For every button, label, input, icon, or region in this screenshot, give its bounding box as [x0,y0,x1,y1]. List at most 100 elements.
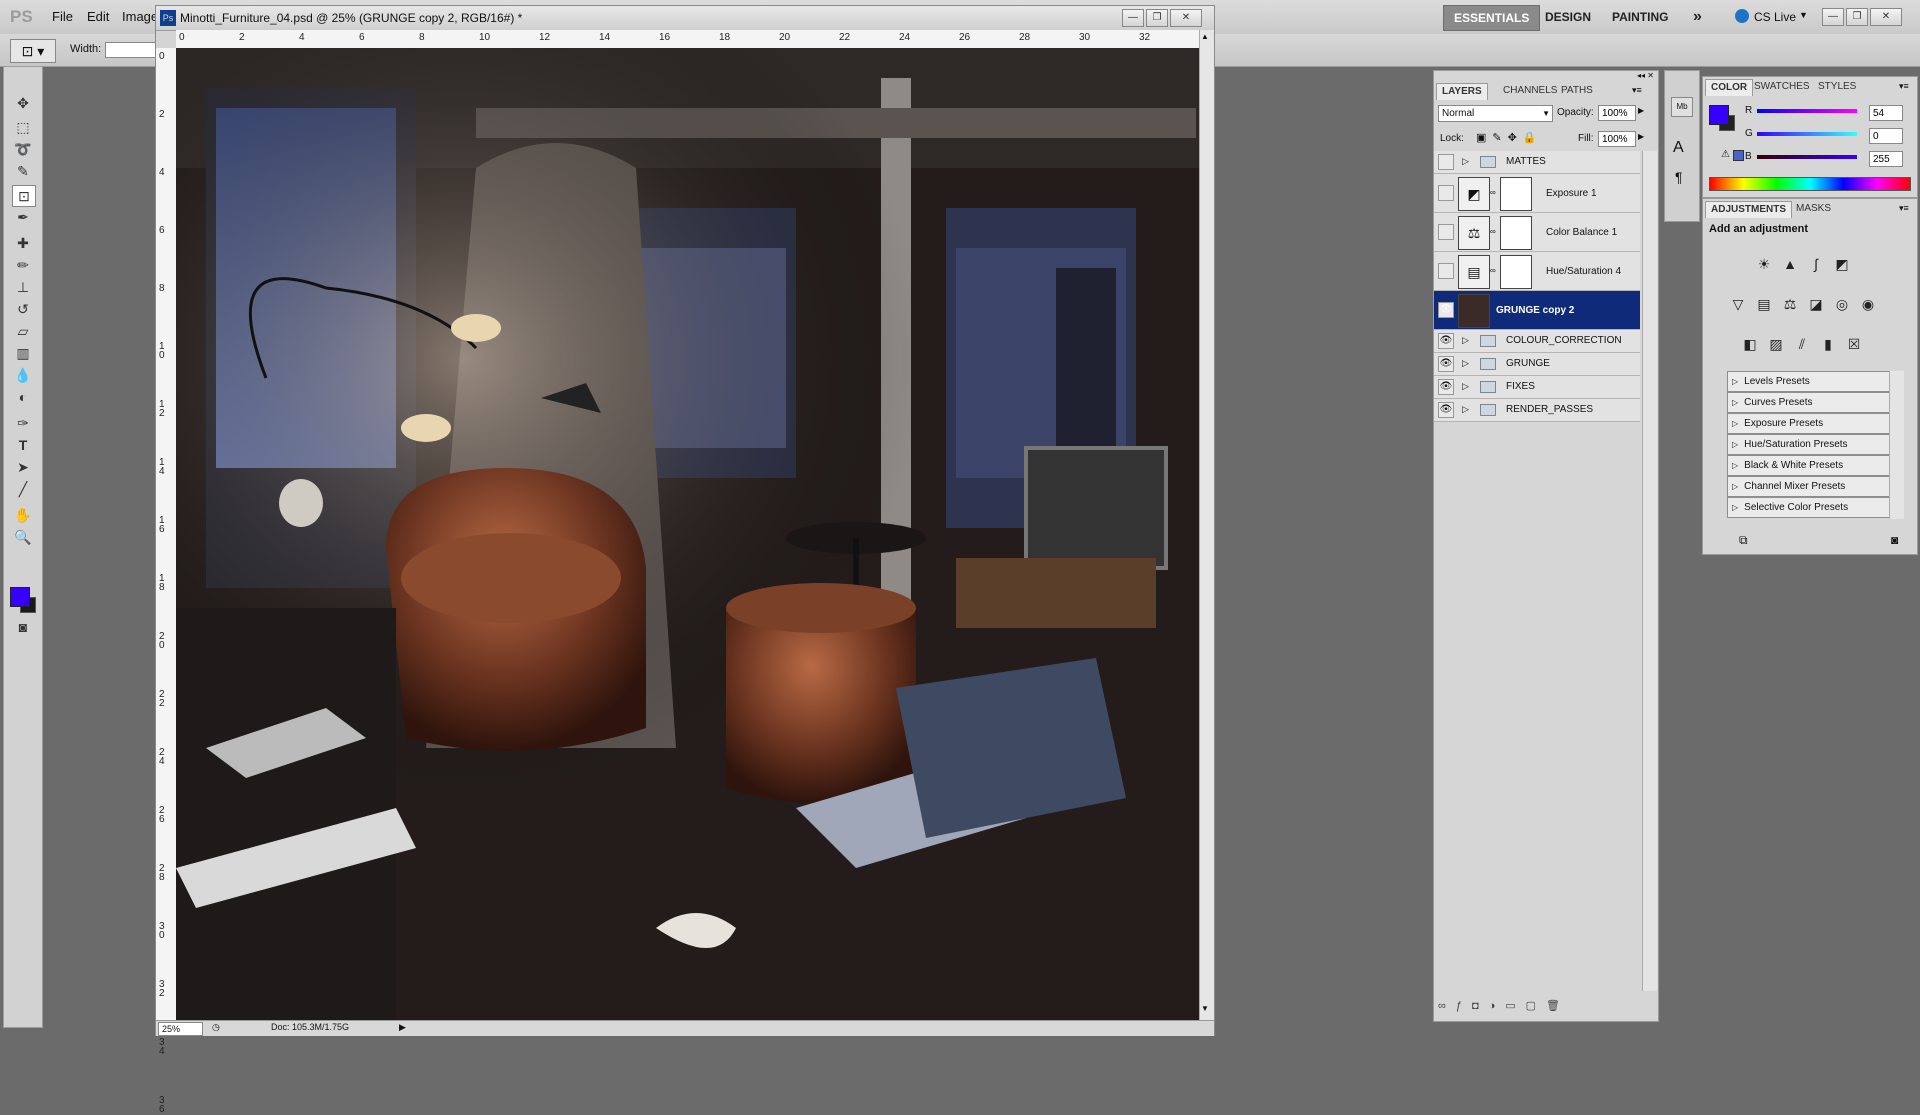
menu-image[interactable]: Image [122,9,158,24]
eye-icon[interactable]: 👁 [1438,356,1454,372]
curves-icon[interactable]: ∫ [1805,253,1827,275]
threshold-icon[interactable]: ⫽ [1791,333,1813,355]
levels-icon[interactable]: ▲ [1779,253,1801,275]
eraser-tool-icon[interactable]: ▱ [12,321,34,341]
panel-collapse-icon[interactable]: ◂◂ ✕ [1436,71,1654,81]
crop-tool-preset-button[interactable]: ⊡ ▾ [10,39,56,63]
gradient-tool-icon[interactable]: ▥ [12,343,34,363]
exposure-icon[interactable]: ◩ [1831,253,1853,275]
menu-edit[interactable]: Edit [87,9,109,24]
eyedropper-tool-icon[interactable]: ✒ [12,207,34,227]
layer-row[interactable]: ▷ MATTES [1434,151,1640,174]
blur-tool-icon[interactable]: 💧 [12,365,34,385]
preset-item[interactable]: ▷ Channel Mixer Presets [1727,476,1899,497]
pen-tool-icon[interactable]: ✑ [12,413,34,433]
expand-arrow-icon[interactable]: ▷ [1462,358,1469,369]
layer-mask-thumbnail[interactable] [1500,216,1532,250]
tab-swatches[interactable]: SWATCHES [1749,79,1815,95]
posterize-icon[interactable]: ▨ [1765,333,1787,355]
hand-tool-icon[interactable]: ✋ [12,505,34,525]
gamut-warning-icon[interactable]: ⚠ [1721,149,1730,160]
layer-row-selected[interactable]: 👁 GRUNGE copy 2 [1434,291,1640,330]
expand-arrow-icon[interactable]: ▷ [1462,156,1469,167]
quick-mask-icon[interactable]: ◙ [12,617,34,637]
scroll-down-arrow-icon[interactable]: ▼ [1201,1004,1209,1013]
canvas[interactable] [176,48,1199,1020]
layer-row[interactable]: 👁 ▷ RENDER_PASSES [1434,399,1640,422]
tab-color[interactable]: COLOR [1705,79,1754,96]
visibility-toggle[interactable] [1438,154,1454,170]
mini-bridge-icon[interactable]: Mb [1671,97,1693,117]
preset-item[interactable]: ▷ Exposure Presets [1727,413,1899,434]
marquee-tool-icon[interactable]: ⬚ [12,117,34,137]
expand-arrow-icon[interactable]: ▷ [1462,381,1469,392]
green-slider[interactable] [1757,132,1857,136]
crop-tool-icon[interactable]: ⊡ [12,185,36,207]
expand-arrow-icon[interactable]: ▷ [1462,404,1469,415]
green-value-field[interactable] [1869,128,1903,144]
blend-mode-select[interactable]: Normal ▼ [1438,105,1553,122]
tab-paths[interactable]: PATHS [1556,83,1598,99]
type-tool-icon[interactable]: T [12,435,34,455]
black-white-icon[interactable]: ◪ [1805,293,1827,315]
healing-brush-tool-icon[interactable]: ✚ [12,233,34,253]
gradient-map-icon[interactable]: ▮ [1817,333,1839,355]
doc-restore-button[interactable]: ❐ [1146,9,1168,27]
tab-layers[interactable]: LAYERS [1436,83,1488,100]
color-balance-icon[interactable]: ⚖ [1779,293,1801,315]
status-menu-arrow-icon[interactable]: ▶ [399,1022,406,1033]
visibility-toggle[interactable] [1438,263,1454,279]
workspace-design[interactable]: DESIGN [1535,5,1601,29]
doc-minimize-button[interactable]: — [1122,9,1144,27]
preset-item[interactable]: ▷ Hue/Saturation Presets [1727,434,1899,455]
preset-item[interactable]: ▷ Black & White Presets [1727,455,1899,476]
tab-masks[interactable]: MASKS [1791,201,1836,217]
foreground-color-swatch[interactable] [1709,105,1729,125]
panel-menu-icon[interactable]: ▾≡ [1899,81,1909,92]
menu-file[interactable]: File [52,9,73,24]
line-tool-icon[interactable]: ╱ [12,479,34,499]
layer-row[interactable]: ▤ ∞ Hue/Saturation 4 [1434,252,1640,291]
preset-item[interactable]: ▷ Selective Color Presets [1727,497,1899,518]
minimize-button[interactable]: — [1822,8,1844,26]
red-slider[interactable] [1757,109,1857,113]
width-field[interactable] [105,42,159,58]
blue-value-field[interactable] [1869,151,1903,167]
hue-saturation-icon[interactable]: ▤ [1753,293,1775,315]
layer-row[interactable]: ⚖ ∞ Color Balance 1 [1434,213,1640,252]
blue-slider[interactable] [1757,155,1857,159]
panel-menu-icon[interactable]: ▾≡ [1899,203,1909,214]
clone-stamp-tool-icon[interactable]: ⊥ [12,277,34,297]
brush-tool-icon[interactable]: ✏ [12,255,34,275]
character-panel-icon[interactable]: A [1673,139,1684,157]
layer-row[interactable]: 👁 ▷ GRUNGE [1434,353,1640,376]
dodge-tool-icon[interactable]: ◐ [12,387,34,407]
preset-item[interactable]: ▷ Curves Presets [1727,392,1899,413]
visibility-toggle[interactable] [1438,185,1454,201]
workspace-more-button[interactable]: » [1683,5,1712,29]
doc-close-button[interactable]: ✕ [1170,9,1202,27]
scroll-up-arrow-icon[interactable]: ▲ [1201,32,1209,41]
layer-footer-icons[interactable]: ∞ƒ◘◑▭▢🗑 [1438,999,1648,1015]
gamut-color-swatch[interactable] [1733,150,1744,161]
fill-slider-arrow-icon[interactable]: ▶ [1638,132,1644,141]
foreground-color-swatch[interactable] [10,587,30,607]
channel-mixer-icon[interactable]: ◉ [1857,293,1879,315]
layer-mask-thumbnail[interactable] [1500,177,1532,211]
brightness-contrast-icon[interactable]: ☀ [1753,253,1775,275]
tab-adjustments[interactable]: ADJUSTMENTS [1705,201,1793,218]
layers-scrollbar[interactable] [1642,151,1657,991]
layer-row[interactable]: ◩ ∞ Exposure 1 [1434,174,1640,213]
presets-scrollbar[interactable] [1889,371,1904,519]
path-selection-tool-icon[interactable]: ➤ [12,457,34,477]
opacity-slider-arrow-icon[interactable]: ▶ [1638,106,1644,115]
layer-row[interactable]: 👁 ▷ COLOUR_CORRECTION [1434,330,1640,353]
quick-selection-tool-icon[interactable]: ✎ [12,161,34,181]
eye-icon[interactable]: 👁 [1438,302,1454,318]
restore-button[interactable]: ❐ [1846,8,1868,26]
eye-icon[interactable]: 👁 [1438,402,1454,418]
adjustment-footer-icon[interactable]: ◙ [1891,533,1898,547]
cs-live-button[interactable]: CS Live [1754,10,1796,24]
tab-styles[interactable]: STYLES [1813,79,1861,95]
vertical-scrollbar[interactable]: ▲ ▼ [1199,30,1214,1020]
